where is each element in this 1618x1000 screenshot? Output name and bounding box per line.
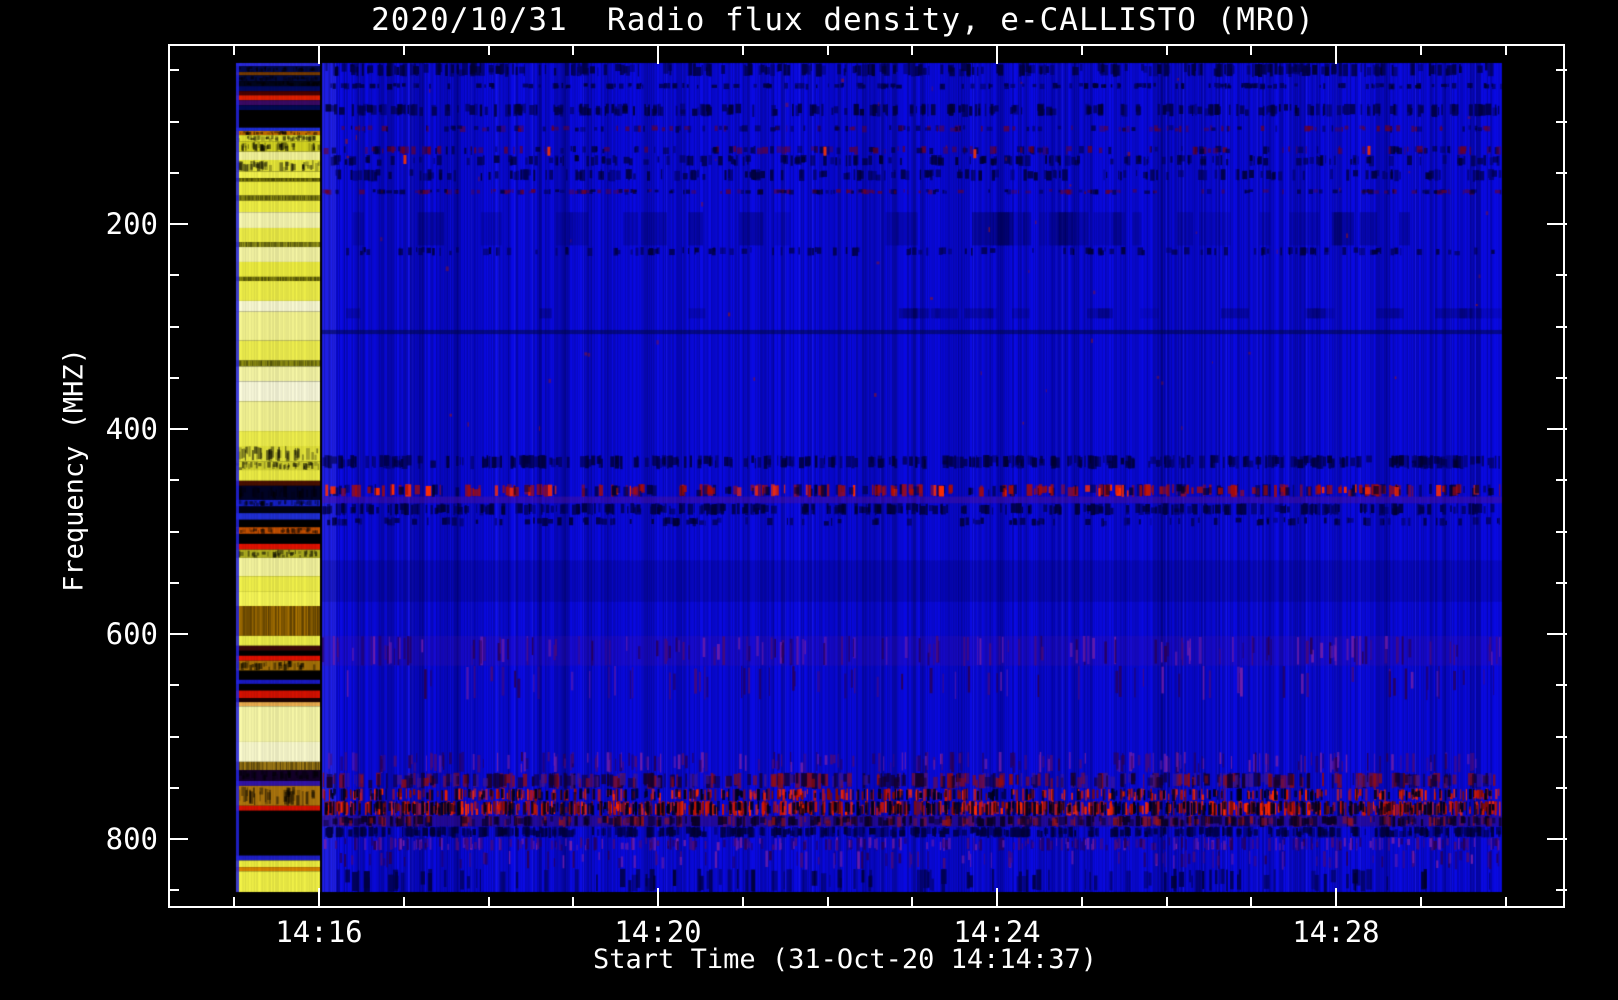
- y-axis-tick: [168, 838, 188, 840]
- y-tick-label: 200: [105, 207, 158, 241]
- x-axis-tick: [1419, 44, 1422, 55]
- x-axis-tick: [1080, 897, 1083, 908]
- x-tick-label: 14:16: [275, 915, 363, 949]
- y-axis-tick: [1556, 889, 1567, 892]
- x-axis-tick: [1080, 44, 1083, 55]
- y-axis-tick: [1556, 530, 1567, 533]
- y-axis-tick: [1547, 223, 1567, 225]
- x-axis-tick: [1250, 897, 1253, 908]
- y-axis-tick: [168, 325, 179, 328]
- x-axis-tick: [1419, 897, 1422, 908]
- y-axis-tick: [1547, 428, 1567, 430]
- y-axis-tick: [168, 889, 179, 892]
- x-axis-tick: [826, 897, 829, 908]
- chart-title: 2020/10/31 Radio flux density, e-CALLIST…: [371, 2, 1315, 38]
- y-axis-tick: [168, 69, 179, 72]
- y-axis-tick: [1556, 735, 1567, 738]
- x-axis-tick: [233, 44, 236, 55]
- x-axis-tick: [657, 888, 659, 908]
- y-axis-tick: [168, 428, 188, 430]
- y-axis-tick: [1556, 171, 1567, 174]
- spectrogram-page: 14:16 14:20 14:24 14:28 200 400 600 800 2020/10…: [0, 0, 1618, 1000]
- y-axis-tick: [168, 786, 179, 789]
- y-axis-label: Frequency (MHZ): [58, 348, 90, 592]
- x-axis-tick: [233, 897, 236, 908]
- y-axis-tick: [1556, 581, 1567, 584]
- x-axis-tick: [1504, 897, 1507, 908]
- x-tick-label: 14:28: [1292, 915, 1380, 949]
- plot-frame: [168, 44, 1565, 908]
- x-axis-tick: [741, 897, 744, 908]
- y-tick-label: 600: [105, 617, 158, 651]
- x-axis-tick: [826, 44, 829, 55]
- x-axis-tick: [402, 44, 405, 55]
- y-axis-tick: [168, 735, 179, 738]
- x-axis-tick: [487, 897, 490, 908]
- x-axis-tick: [1335, 44, 1337, 64]
- y-axis-tick: [168, 120, 179, 123]
- x-axis-tick: [487, 44, 490, 55]
- y-axis-tick: [168, 633, 188, 635]
- y-axis-tick: [168, 274, 179, 277]
- x-axis-tick: [996, 44, 998, 64]
- y-axis-tick: [1556, 684, 1567, 687]
- y-tick-label: 800: [105, 822, 158, 856]
- x-axis-tick: [741, 44, 744, 55]
- y-axis-tick: [1556, 274, 1567, 277]
- y-axis-tick: [168, 376, 179, 379]
- y-axis-tick: [168, 684, 179, 687]
- y-axis-tick: [1556, 786, 1567, 789]
- x-axis-tick: [1165, 897, 1168, 908]
- x-axis-tick: [318, 888, 320, 908]
- y-axis-tick: [1556, 325, 1567, 328]
- x-axis-tick: [1165, 44, 1168, 55]
- x-axis-tick: [318, 44, 320, 64]
- y-axis-tick: [168, 530, 179, 533]
- x-axis-tick: [911, 44, 914, 55]
- x-axis-tick: [572, 897, 575, 908]
- x-axis-tick: [572, 44, 575, 55]
- y-axis-tick: [168, 171, 179, 174]
- y-axis-tick: [1556, 376, 1567, 379]
- y-axis-tick: [168, 581, 179, 584]
- x-axis-tick: [402, 897, 405, 908]
- x-axis-tick: [1250, 44, 1253, 55]
- y-axis-tick: [1556, 479, 1567, 482]
- x-axis-tick: [1335, 888, 1337, 908]
- y-axis-tick: [1547, 838, 1567, 840]
- y-axis-tick: [1556, 69, 1567, 72]
- x-axis-label: Start Time (31-Oct-20 14:14:37): [593, 944, 1097, 975]
- x-axis-tick: [1504, 44, 1507, 55]
- x-axis-tick: [996, 888, 998, 908]
- y-axis-tick: [1547, 633, 1567, 635]
- y-axis-tick: [168, 223, 188, 225]
- x-axis-tick: [657, 44, 659, 64]
- y-axis-tick: [1556, 120, 1567, 123]
- y-axis-tick: [168, 479, 179, 482]
- x-axis-tick: [911, 897, 914, 908]
